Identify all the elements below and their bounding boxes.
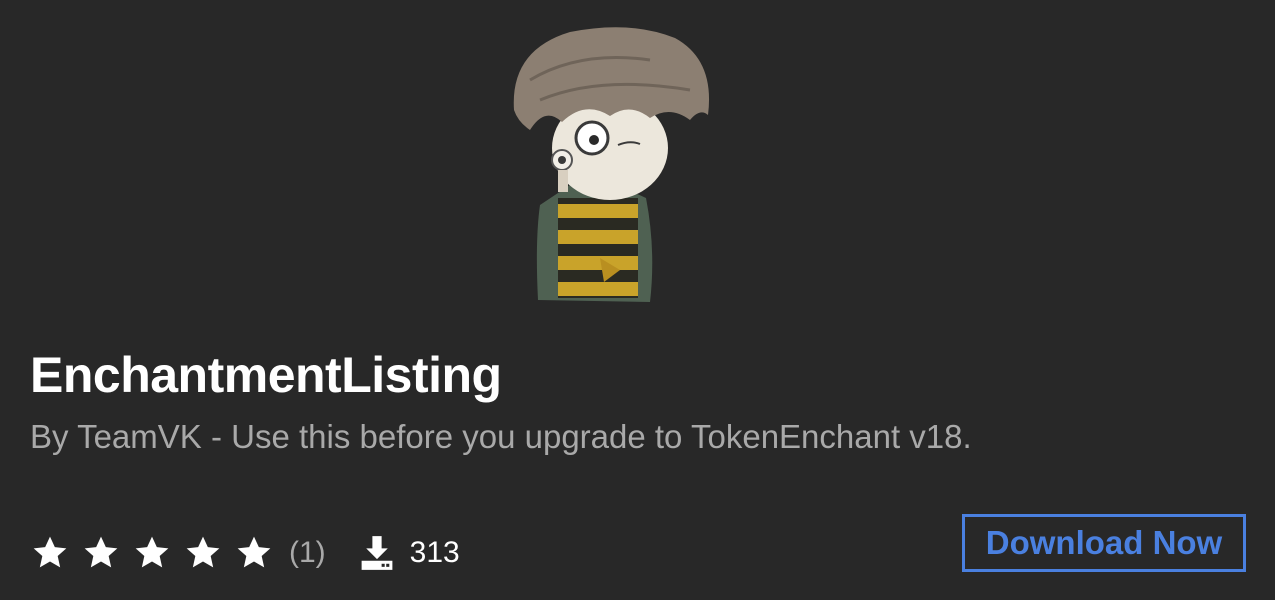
star-icon [132,533,172,573]
star-icon [183,533,223,573]
listing-image [500,20,720,310]
rating-count: (1) [289,536,326,569]
download-now-button[interactable]: Download Now [962,514,1246,572]
star-icon [30,533,70,573]
star-icon [81,533,121,573]
listing-stats: (1) 313 [30,530,460,576]
star-rating [30,533,285,573]
listing-subtitle: By TeamVK - Use this before you upgrade … [30,418,972,455]
download-icon [358,533,396,573]
download-count: 313 [409,536,460,569]
character-portrait-icon [513,27,710,302]
listing-title: EnchantmentListing [30,347,502,403]
star-icon [234,533,274,573]
